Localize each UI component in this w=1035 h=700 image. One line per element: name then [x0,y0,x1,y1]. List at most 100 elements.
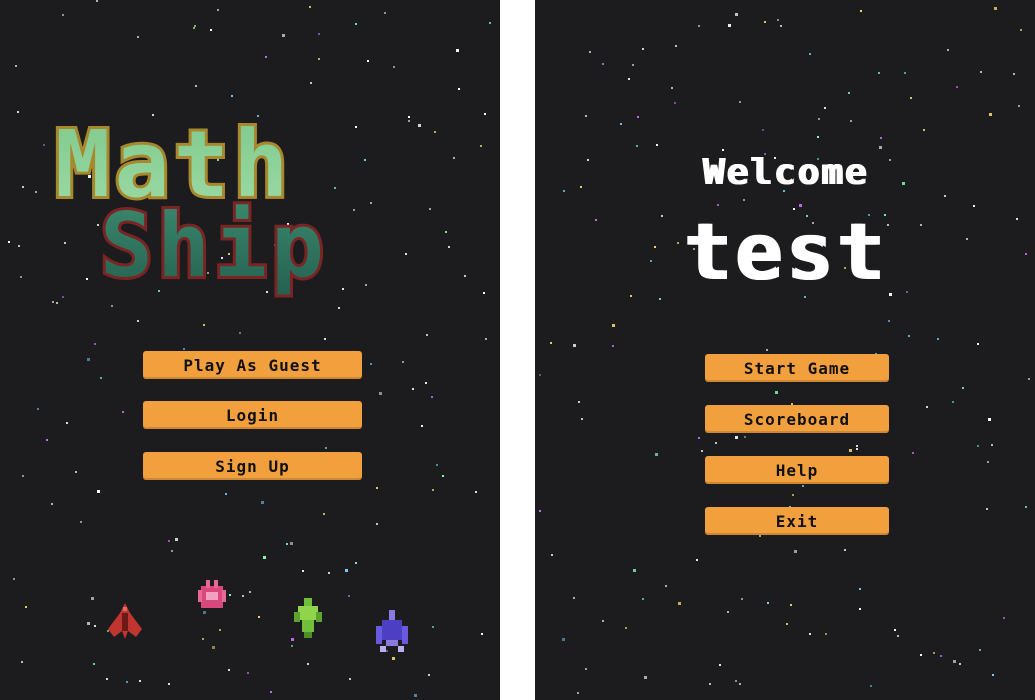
star [539,510,541,512]
help-button[interactable]: Help [705,456,889,484]
star [620,123,622,125]
star [994,7,997,10]
star [100,377,102,379]
star [140,198,142,200]
star [642,48,644,50]
star [65,170,68,173]
star [353,209,355,211]
star [145,255,147,257]
star [719,664,721,666]
star [225,493,227,495]
star [408,116,410,118]
star [735,13,738,16]
star [802,485,804,487]
star [365,284,367,286]
star [448,246,450,248]
star [428,674,430,676]
blue-ship-icon [376,610,408,652]
star [376,487,378,489]
star [228,253,230,255]
star [412,388,414,390]
star [203,324,205,326]
star [91,597,94,600]
star [106,129,108,131]
star [762,129,764,131]
star [51,503,53,505]
star [323,513,325,515]
star [585,115,587,117]
star [94,625,96,627]
star [212,646,215,649]
star [937,338,939,340]
star [80,521,82,523]
star [425,382,427,384]
star [86,278,88,280]
scoreboard-button[interactable]: Scoreboard [705,405,889,433]
star [799,204,802,207]
star [355,23,357,25]
star [715,442,717,444]
star [367,60,369,62]
star [644,676,647,679]
logo-line1: Math [55,111,293,218]
star [636,145,638,147]
star [910,97,912,99]
exit-button[interactable]: Exit [705,507,889,535]
star [274,244,276,246]
star [739,683,741,685]
star [111,305,113,307]
red-ship-icon [108,603,142,639]
star [99,134,101,136]
star [991,444,993,446]
star [727,611,729,613]
star [370,363,372,365]
star [602,63,604,65]
star [405,253,407,255]
star [310,82,312,84]
star [728,24,731,27]
star [480,145,482,147]
star [952,401,954,403]
star [986,508,988,510]
star [183,348,185,350]
login-button[interactable]: Login [143,401,362,429]
star [850,120,852,122]
star [1013,73,1015,75]
star [959,663,961,665]
star [817,136,819,138]
star [637,116,639,118]
star [698,25,700,27]
star [87,358,90,361]
star [414,694,417,697]
star [988,418,991,421]
star [551,554,553,556]
star [989,113,992,116]
star [64,242,66,244]
start-game-button[interactable]: Start Game [705,354,889,382]
star [15,65,17,67]
star [75,471,77,473]
star [434,131,436,133]
star [194,25,196,27]
login-screen: Math Ship Play As Guest Login Sign Up [0,0,500,700]
star [824,107,826,109]
star [860,10,862,12]
star [880,137,882,139]
star [224,274,226,276]
star [675,45,677,47]
play-as-guest-button[interactable]: Play As Guest [143,351,362,379]
star [25,606,27,608]
star [659,298,661,300]
star [436,464,438,466]
star [207,272,209,274]
star [612,324,615,327]
star [674,102,676,104]
star [856,448,858,450]
star [243,139,245,141]
star [258,616,260,618]
star [973,205,975,207]
star [825,633,827,635]
star [168,540,170,542]
star [809,53,811,55]
sign-up-button[interactable]: Sign Up [143,452,362,480]
